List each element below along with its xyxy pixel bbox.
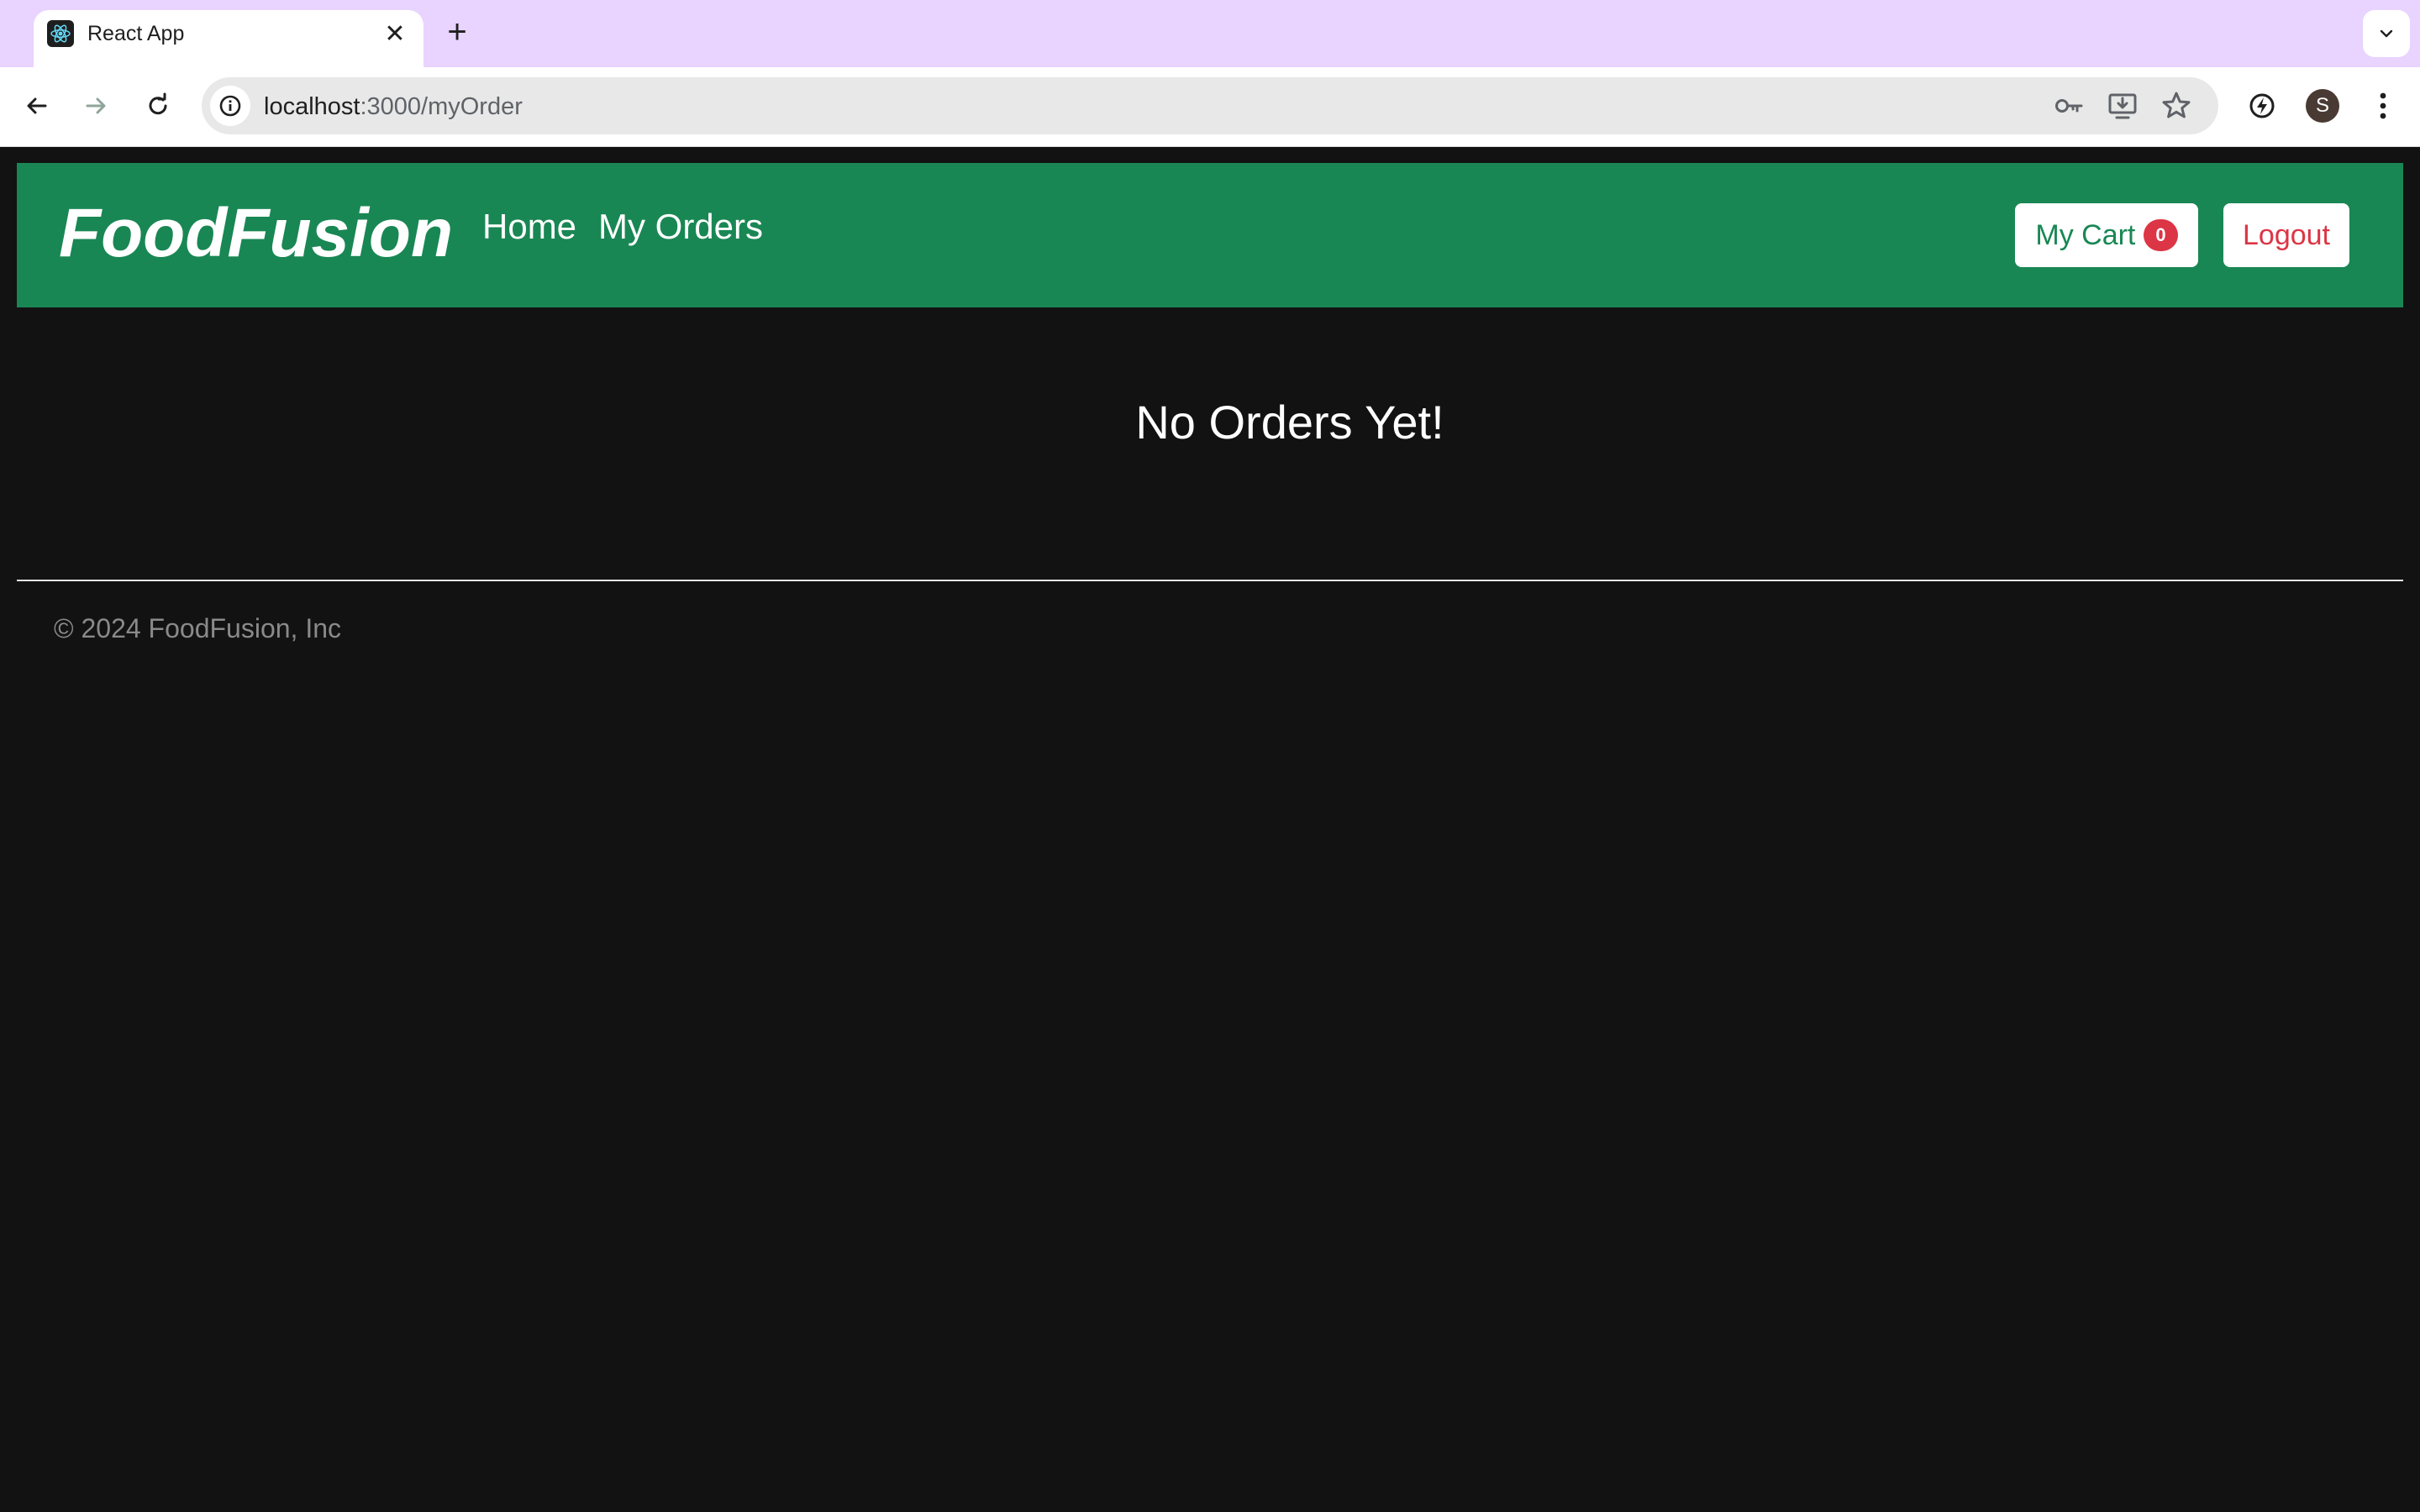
url-path: :3000/myOrder [360, 93, 523, 120]
profile-button[interactable]: S [2301, 84, 2344, 128]
reload-button[interactable] [136, 84, 180, 128]
browser-tab[interactable]: React App ✕ [34, 10, 424, 67]
star-icon[interactable] [2160, 89, 2193, 123]
site-info-icon[interactable] [210, 86, 250, 126]
app-navbar: FoodFusion Home My Orders My Cart 0 Logo… [17, 163, 2403, 307]
more-vert-icon [2380, 92, 2386, 119]
install-app-icon[interactable] [2106, 89, 2139, 123]
nav-my-orders-link[interactable]: My Orders [598, 207, 763, 247]
browser-tab-strip: React App ✕ + [0, 0, 2420, 67]
close-icon[interactable]: ✕ [380, 18, 410, 49]
brand-logo[interactable]: FoodFusion [59, 193, 453, 274]
chevron-down-icon [2380, 29, 2393, 38]
footer-divider [17, 580, 2403, 581]
my-cart-button[interactable]: My Cart 0 [2015, 203, 2198, 267]
forward-button[interactable] [74, 84, 118, 128]
logout-button[interactable]: Logout [2223, 203, 2349, 267]
empty-orders-message: No Orders Yet! [1135, 396, 1444, 449]
cart-count-badge: 0 [2144, 219, 2178, 251]
my-cart-label: My Cart [2035, 218, 2136, 251]
key-icon[interactable] [2052, 89, 2086, 123]
extension-icon[interactable] [2240, 84, 2284, 128]
nav-home-link[interactable]: Home [482, 207, 576, 247]
menu-button[interactable] [2361, 84, 2405, 128]
arrow-right-icon [86, 97, 106, 114]
arrow-left-icon [27, 97, 47, 114]
address-bar[interactable]: localhost:3000/myOrder [202, 77, 2218, 134]
avatar: S [2306, 89, 2339, 123]
back-button[interactable] [15, 84, 59, 128]
url-text: localhost:3000/myOrder [264, 93, 523, 120]
browser-toolbar: localhost:3000/myOrder S [0, 67, 2420, 147]
tab-search-button[interactable] [2363, 10, 2410, 57]
new-tab-button[interactable]: + [440, 13, 474, 50]
url-host: localhost [264, 93, 360, 120]
reload-icon [149, 92, 167, 115]
react-icon [47, 20, 74, 47]
tab-title: React App [87, 22, 185, 45]
footer-copyright: © 2024 FoodFusion, Inc [54, 613, 341, 643]
